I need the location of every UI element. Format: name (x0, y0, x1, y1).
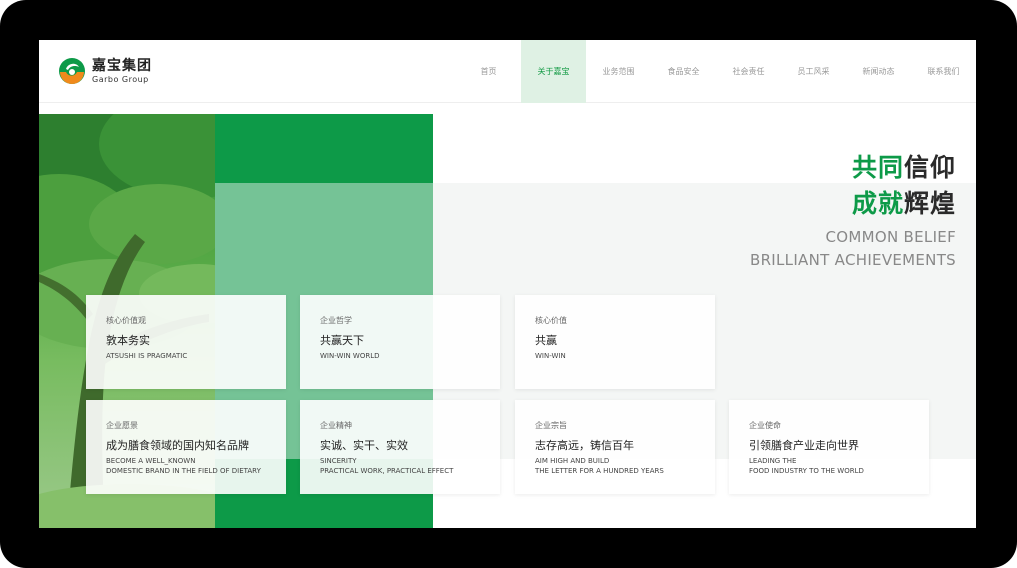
card-en-line-2: PRACTICAL WORK, PRACTICAL EFFECT (320, 467, 454, 475)
about-hero: 共同信仰 成就辉煌 COMMON BELIEF BRILLIANT ACHIEV… (39, 114, 976, 528)
card-label: 企业宗旨 (535, 421, 567, 430)
brand-name-en: Garbo Group (92, 74, 149, 84)
slogan-line-1-dark: 信仰 (903, 153, 956, 182)
card-en-line-2: FOOD INDUSTRY TO THE WORLD (749, 467, 864, 475)
card-title: 引领膳食产业走向世界 (749, 439, 859, 452)
slogan-en-2: BRILLIANT ACHIEVEMENTS (749, 251, 956, 269)
nav-item-contact[interactable]: 联系我们 (911, 40, 976, 103)
nav-item-social-responsibility[interactable]: 社会责任 (716, 40, 781, 103)
logo-text: 嘉宝集团 Garbo Group (92, 59, 152, 84)
card-label: 核心价值观 (106, 316, 146, 325)
card-en-line-2: THE LETTER FOR A HUNDRED YEARS (535, 467, 664, 475)
value-card-core-value[interactable]: 核心价值 共赢 WIN-WIN (515, 295, 715, 389)
card-title: 实诚、实干、实效 (320, 439, 408, 452)
value-card-vision[interactable]: 企业愿景 成为膳食领域的国内知名品牌 BECOME A WELL_KNOWN D… (86, 400, 286, 494)
card-title: 敦本务实 (106, 334, 150, 347)
nav-item-staff[interactable]: 员工风采 (781, 40, 846, 103)
slogan-line-1-green: 共同 (851, 153, 904, 182)
card-en-line-1: BECOME A WELL_KNOWN (106, 457, 196, 465)
card-en-line-1: ATSUSHI IS PRAGMATIC (106, 352, 188, 360)
slogan-line-2: 成就辉煌 (750, 186, 956, 222)
card-en-line-2: DOMESTIC BRAND IN THE FIELD OF DIETARY (106, 467, 261, 475)
nav-item-food-safety[interactable]: 食品安全 (651, 40, 716, 103)
card-label: 企业使命 (749, 421, 781, 430)
hero-slogan: 共同信仰 成就辉煌 COMMON BELIEF BRILLIANT ACHIEV… (750, 150, 956, 272)
slogan-line-2-dark: 辉煌 (903, 189, 956, 218)
logo[interactable]: 嘉宝集团 Garbo Group (57, 56, 167, 86)
value-card-spirit[interactable]: 企业精神 实诚、实干、实效 SINCERITY PRACTICAL WORK, … (300, 400, 500, 494)
main-nav: 首页 关于嘉宝 业务范围 食品安全 社会责任 员工风采 新闻动态 联系我们 (456, 40, 976, 103)
nav-item-about[interactable]: 关于嘉宝 (521, 40, 586, 103)
card-en-line-1: SINCERITY (320, 457, 357, 465)
card-title: 共赢天下 (320, 334, 364, 347)
card-en-line-1: LEADING THE (749, 457, 797, 465)
brand-name-cn: 嘉宝集团 (92, 57, 152, 74)
slogan-line-1: 共同信仰 (750, 150, 956, 186)
card-label: 企业精神 (320, 421, 352, 430)
value-card-mission[interactable]: 企业使命 引领膳食产业走向世界 LEADING THE FOOD INDUSTR… (729, 400, 929, 494)
card-en-line-1: AIM HIGH AND BUILD (535, 457, 610, 465)
device-frame: 嘉宝集团 Garbo Group 首页 关于嘉宝 业务范围 食品安全 社会责任 … (0, 0, 1017, 568)
card-label: 核心价值 (535, 316, 567, 325)
card-en-line-1: WIN-WIN (535, 352, 566, 360)
card-en-line-1: WIN-WIN WORLD (320, 352, 380, 360)
value-card-core-values[interactable]: 核心价值观 敦本务实 ATSUSHI IS PRAGMATIC (86, 295, 286, 389)
nav-item-news[interactable]: 新闻动态 (846, 40, 911, 103)
nav-item-home[interactable]: 首页 (456, 40, 521, 103)
value-card-philosophy[interactable]: 企业哲学 共赢天下 WIN-WIN WORLD (300, 295, 500, 389)
garbo-logo-icon (59, 58, 85, 84)
card-label: 企业哲学 (320, 316, 352, 325)
value-card-purpose[interactable]: 企业宗旨 志存高远，铸信百年 AIM HIGH AND BUILD THE LE… (515, 400, 715, 494)
browser-viewport: 嘉宝集团 Garbo Group 首页 关于嘉宝 业务范围 食品安全 社会责任 … (39, 40, 976, 528)
card-title: 成为膳食领域的国内知名品牌 (106, 439, 249, 452)
card-title: 共赢 (535, 334, 557, 347)
slogan-en-1: COMMON BELIEF (825, 228, 956, 246)
card-label: 企业愿景 (106, 421, 138, 430)
card-title: 志存高远，铸信百年 (535, 439, 634, 452)
site-header: 嘉宝集团 Garbo Group 首页 关于嘉宝 业务范围 食品安全 社会责任 … (39, 40, 976, 103)
slogan-line-2-green: 成就 (851, 189, 904, 218)
nav-item-business[interactable]: 业务范围 (586, 40, 651, 103)
